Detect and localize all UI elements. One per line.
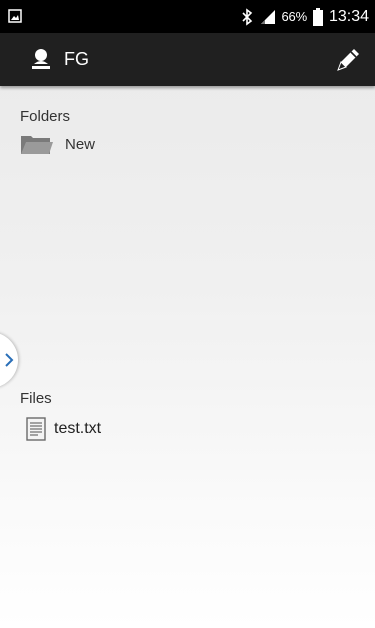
folder-item[interactable]: New [20,132,220,156]
text-file-icon [26,417,46,441]
screen: 66% 13:34 FG Folders New Files test.txt [0,0,375,628]
battery-icon [312,7,323,26]
drawer-handle[interactable] [0,332,18,388]
folder-icon [21,136,53,154]
files-section-label: Files [20,390,52,407]
folders-section-label: Folders [20,108,71,125]
battery-percent: 66% [281,9,308,24]
file-name: test.txt [54,420,102,437]
bluetooth-icon [241,7,252,26]
chevron-right-icon [5,353,14,367]
user-icon[interactable] [30,48,52,70]
status-bar: 66% 13:34 [0,0,375,33]
status-time: 13:34 [328,7,369,25]
screenshot-notification-icon [8,9,22,23]
status-icons: 66% 13:34 [240,0,369,33]
app-bar: FG [0,33,375,86]
app-title: FG [64,49,89,69]
signal-icon [260,9,275,24]
file-item[interactable]: test.txt [26,416,226,442]
edit-pencil-icon[interactable] [333,45,363,75]
folder-name: New [65,135,96,153]
